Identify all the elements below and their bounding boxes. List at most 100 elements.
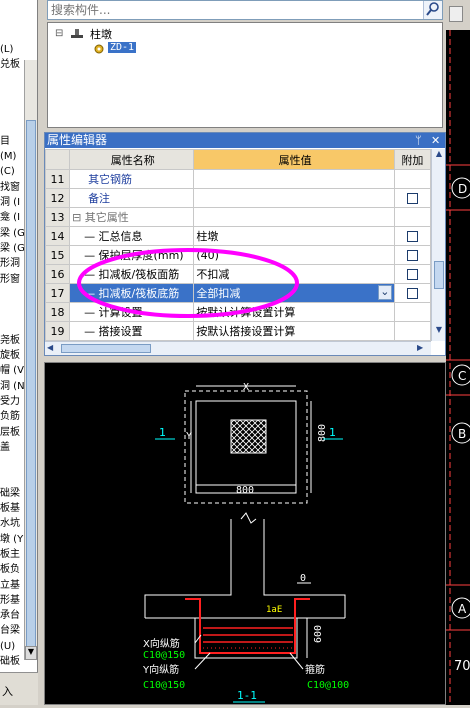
scroll-thumb[interactable] bbox=[26, 120, 36, 650]
property-vertical-scrollbar[interactable]: ▲ ▼ bbox=[431, 149, 445, 341]
scroll-down-arrow-icon[interactable]: ▼ bbox=[433, 325, 445, 339]
component-list-item[interactable]: 承台 bbox=[0, 610, 20, 622]
property-row[interactable]: 12 备注 bbox=[44, 188, 432, 208]
axis-label-b: B bbox=[458, 427, 466, 441]
component-list-item[interactable]: 兑板 bbox=[0, 59, 20, 71]
header-value[interactable]: 属性值 bbox=[193, 149, 395, 170]
extra-checkbox[interactable] bbox=[406, 288, 418, 299]
scroll-down-arrow-icon[interactable]: ▼ bbox=[25, 646, 37, 660]
header-name[interactable]: 属性名称 bbox=[69, 149, 195, 170]
annotation-ellipse bbox=[77, 248, 299, 318]
component-list-item[interactable]: 目 bbox=[0, 136, 10, 148]
left-scrollbar[interactable]: ▼ bbox=[24, 60, 37, 660]
row-number: 13 bbox=[44, 207, 71, 227]
row-number: 14 bbox=[44, 226, 71, 246]
extra-checkbox[interactable] bbox=[406, 231, 418, 242]
component-list-item[interactable]: 立基 bbox=[0, 580, 20, 592]
section-outline-right bbox=[263, 519, 346, 618]
search-icon bbox=[426, 2, 439, 16]
close-icon[interactable]: ✕ bbox=[431, 133, 440, 148]
axis-label-c: C bbox=[458, 369, 466, 383]
component-list-item[interactable]: 尧板 bbox=[0, 335, 20, 347]
property-name: — 搭接设置 bbox=[69, 321, 195, 341]
component-list-item[interactable]: 层板 bbox=[0, 427, 20, 439]
tree-root-label[interactable]: 柱墩 bbox=[90, 26, 112, 42]
property-extra bbox=[393, 188, 432, 208]
toolbar-button[interactable] bbox=[449, 6, 463, 22]
component-list-item[interactable]: (U) bbox=[0, 641, 15, 653]
property-extra bbox=[393, 245, 432, 265]
header-extra[interactable]: 附加 bbox=[393, 149, 432, 170]
break-mark bbox=[240, 512, 257, 524]
component-list-item[interactable]: 梁 (G bbox=[0, 228, 25, 240]
component-list-item[interactable]: 板主 bbox=[0, 549, 20, 561]
scroll-thumb[interactable] bbox=[434, 261, 444, 289]
component-list-item[interactable]: 洞 (N bbox=[0, 381, 25, 393]
y-bar-label: Y向纵筋 bbox=[142, 663, 179, 676]
component-list-item[interactable]: 板基 bbox=[0, 503, 20, 515]
column-section bbox=[230, 419, 267, 454]
component-list-item[interactable]: (L) bbox=[0, 44, 13, 56]
scroll-left-arrow-icon[interactable]: ◀ bbox=[47, 343, 53, 352]
property-value[interactable]: 柱墩 bbox=[193, 226, 395, 246]
component-list-item[interactable]: 负筋 bbox=[0, 411, 20, 423]
component-list-item[interactable]: 龛 (I bbox=[0, 212, 20, 224]
component-list-item[interactable]: 础板 bbox=[0, 656, 20, 668]
scroll-thumb[interactable] bbox=[61, 344, 151, 353]
header-num bbox=[44, 149, 71, 170]
property-row[interactable]: 11 其它钢筋 bbox=[44, 169, 432, 189]
component-list-item[interactable]: 帽 (V bbox=[0, 365, 24, 377]
component-list-item[interactable]: 台梁 bbox=[0, 625, 20, 637]
x-bar-label: X向纵筋 bbox=[143, 637, 180, 650]
main-viewport-edge: D C B A 70 bbox=[446, 0, 470, 705]
property-extra bbox=[393, 283, 432, 303]
left-bottom-bar: 入 bbox=[0, 672, 38, 705]
component-list-item[interactable]: 梁 (G bbox=[0, 243, 25, 255]
extra-checkbox[interactable] bbox=[406, 269, 418, 280]
property-value[interactable]: 按默认搭接设置计算 bbox=[193, 321, 395, 341]
stirrup-label: 箍筋 bbox=[305, 663, 325, 676]
property-row[interactable]: 19— 搭接设置 按默认搭接设置计算 bbox=[44, 321, 432, 341]
component-list-item[interactable]: 洞 (I bbox=[0, 197, 20, 209]
cad-preview: X Y 800 800 1 1 0 1aE 600 X向纵筋 C10@150 Y… bbox=[44, 362, 446, 705]
lae-label: 1aE bbox=[266, 605, 282, 615]
right-toolbar bbox=[446, 0, 470, 30]
property-row[interactable]: 14— 汇总信息 柱墩 bbox=[44, 226, 432, 246]
component-list-item[interactable]: (C) bbox=[0, 166, 15, 178]
search-input[interactable] bbox=[48, 1, 418, 19]
scroll-right-arrow-icon[interactable]: ▶ bbox=[417, 343, 423, 352]
component-list-item[interactable]: 墩 (Y bbox=[0, 534, 23, 546]
scroll-up-arrow-icon[interactable]: ▲ bbox=[433, 149, 445, 163]
row-number: 16 bbox=[44, 264, 71, 284]
component-list-item[interactable]: 受力 bbox=[0, 396, 20, 408]
search-button[interactable] bbox=[423, 1, 442, 19]
property-value[interactable] bbox=[193, 169, 395, 189]
component-list-item[interactable]: (M) bbox=[0, 151, 16, 163]
stirrup-value: C10@100 bbox=[307, 680, 349, 691]
property-value[interactable] bbox=[193, 188, 395, 208]
tree-collapse-toggle[interactable]: ⊟ bbox=[55, 28, 63, 39]
dim-0: 0 bbox=[300, 573, 306, 584]
tree-child-label[interactable]: ZD-1 bbox=[108, 42, 137, 53]
dropdown-arrow-icon[interactable]: ⌄ bbox=[377, 285, 392, 300]
property-value-text: 按默认搭接设置计算 bbox=[196, 325, 296, 338]
component-list-item[interactable]: 础梁 bbox=[0, 488, 20, 500]
component-list-item[interactable]: 板负 bbox=[0, 564, 20, 576]
property-row[interactable]: 13 ⊟ 其它属性 bbox=[44, 207, 432, 227]
dim-800-horizontal: 800 bbox=[236, 485, 254, 496]
extra-checkbox[interactable] bbox=[406, 193, 418, 204]
component-list-item[interactable]: 水坑 bbox=[0, 518, 20, 530]
property-value[interactable] bbox=[193, 207, 395, 227]
extra-checkbox[interactable] bbox=[406, 250, 418, 261]
component-list-item[interactable]: 形基 bbox=[0, 595, 20, 607]
component-list-item[interactable]: 找窗 bbox=[0, 182, 20, 194]
component-list-item[interactable]: 旋板 bbox=[0, 350, 20, 362]
pin-icon[interactable]: ᛘ bbox=[415, 133, 422, 148]
property-extra bbox=[393, 169, 432, 189]
component-list-item[interactable]: 盖 bbox=[0, 442, 10, 454]
row-number: 19 bbox=[44, 321, 71, 341]
property-horizontal-scrollbar[interactable]: ◀ ▶ bbox=[45, 341, 431, 355]
component-list-item[interactable]: 形窗 bbox=[0, 274, 20, 286]
component-list-item[interactable]: 形洞 bbox=[0, 258, 20, 270]
property-table-header: 属性名称 属性值 附加 bbox=[44, 149, 432, 170]
